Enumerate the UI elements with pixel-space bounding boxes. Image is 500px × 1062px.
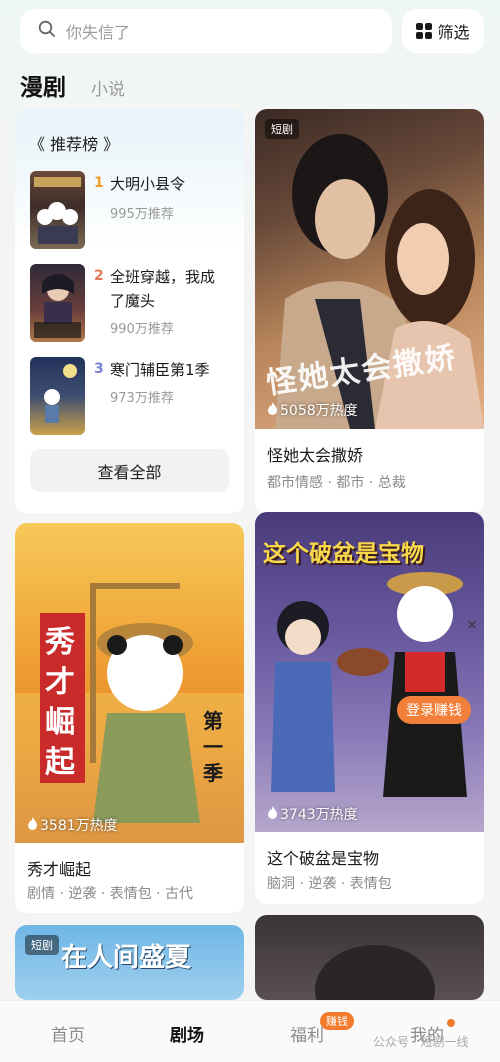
ranking-heat: 990万推荐	[110, 322, 174, 337]
watermark: 公众号 · 短剧一线	[373, 1035, 469, 1049]
flame-icon	[267, 401, 278, 419]
drama-card[interactable]: 怪她太会撒娇 短剧 5058万热度 怪她太会撒娇 都市情感 · 都市 · 总裁	[255, 109, 484, 513]
search-placeholder: 你失信了	[66, 23, 131, 42]
poster-headline: 这个破盆是宝物	[263, 541, 424, 567]
search-bar[interactable]: 你失信了	[20, 9, 392, 53]
card-title: 秀才崛起	[27, 860, 92, 879]
ranking-item[interactable]: 3 寒门辅臣第1季 973万推荐	[30, 357, 230, 435]
ranking-thumb	[30, 357, 85, 435]
drama-card[interactable]	[255, 915, 484, 1000]
close-icon[interactable]: ✕	[467, 618, 477, 632]
heat-text: 5058万热度	[280, 403, 358, 419]
badge-short-drama: 短剧	[25, 935, 59, 955]
search-icon	[38, 20, 56, 42]
ranking-item[interactable]: 1 大明小县令 995万推荐	[30, 171, 230, 249]
welfare-badge: 赚钱	[320, 1012, 354, 1030]
ranking-number: 1	[94, 175, 104, 191]
poster-season-art: 第一季	[203, 709, 223, 785]
filter-label: 筛选	[437, 23, 470, 42]
drama-poster: 这个破盆是宝物 登录赚钱 ✕	[255, 512, 484, 832]
heat-indicator: 5058万热度	[267, 400, 358, 420]
drama-card[interactable]: 在人间盛夏 短剧	[15, 925, 244, 1000]
nav-welfare[interactable]: 福利	[290, 1021, 324, 1046]
ranking-heat: 995万推荐	[110, 207, 174, 222]
ranking-number: 3	[94, 361, 104, 377]
heat-indicator: 3581万热度	[27, 815, 118, 835]
ranking-heat: 973万推荐	[110, 391, 174, 406]
flame-icon	[27, 816, 38, 834]
poster-title-art: 秀才崛起	[45, 625, 75, 780]
ranking-name: 全班穿越，我成了魔头	[110, 268, 216, 310]
badge-short-drama: 短剧	[265, 119, 299, 139]
card-tags: 脑洞 · 逆袭 · 表情包	[267, 876, 392, 892]
ranking-thumb	[30, 264, 85, 342]
card-title: 这个破盆是宝物	[267, 849, 380, 868]
heat-indicator: 3743万热度	[267, 804, 358, 824]
poster-title-art: 在人间盛夏	[61, 943, 192, 973]
view-all-button[interactable]: 查看全部	[30, 449, 229, 492]
notification-dot	[447, 1019, 455, 1027]
ranking-number: 2	[94, 268, 104, 284]
tab-manju[interactable]: 漫剧	[20, 68, 66, 102]
card-tags: 都市情感 · 都市 · 总裁	[267, 475, 406, 491]
ranking-name: 寒门辅臣第1季	[110, 361, 210, 379]
ranking-name: 大明小县令	[110, 175, 186, 193]
card-title: 怪她太会撒娇	[267, 446, 364, 465]
nav-home[interactable]: 首页	[51, 1021, 85, 1046]
heat-text: 3743万热度	[280, 807, 358, 823]
filter-button[interactable]: 筛选	[402, 9, 484, 53]
drama-poster: 秀才崛起 第一季	[15, 523, 244, 843]
ranking-title: 《 推荐榜 》	[29, 135, 120, 154]
login-earn-button[interactable]: 登录赚钱	[397, 696, 471, 724]
ranking-item[interactable]: 2 全班穿越，我成了魔头 990万推荐	[30, 264, 230, 342]
drama-poster: 怪她太会撒娇	[255, 109, 484, 429]
filter-icon	[416, 23, 433, 39]
drama-card[interactable]: 这个破盆是宝物 登录赚钱 ✕ 3743万热度 这个破盆是宝物 脑洞 · 逆袭 ·…	[255, 512, 484, 904]
drama-poster	[255, 915, 484, 1000]
tab-novel[interactable]: 小说	[91, 75, 125, 100]
ranking-thumb	[30, 171, 85, 249]
card-tags: 剧情 · 逆袭 · 表情包 · 古代	[27, 886, 194, 902]
bottom-nav: 首页 剧场 福利 赚钱 我的	[0, 1000, 500, 1062]
nav-theater[interactable]: 剧场	[170, 1021, 204, 1046]
flame-icon	[267, 805, 278, 823]
drama-card[interactable]: 秀才崛起 第一季 3581万热度 秀才崛起 剧情 · 逆袭 · 表情包 · 古代	[15, 523, 244, 913]
heat-text: 3581万热度	[40, 818, 118, 834]
